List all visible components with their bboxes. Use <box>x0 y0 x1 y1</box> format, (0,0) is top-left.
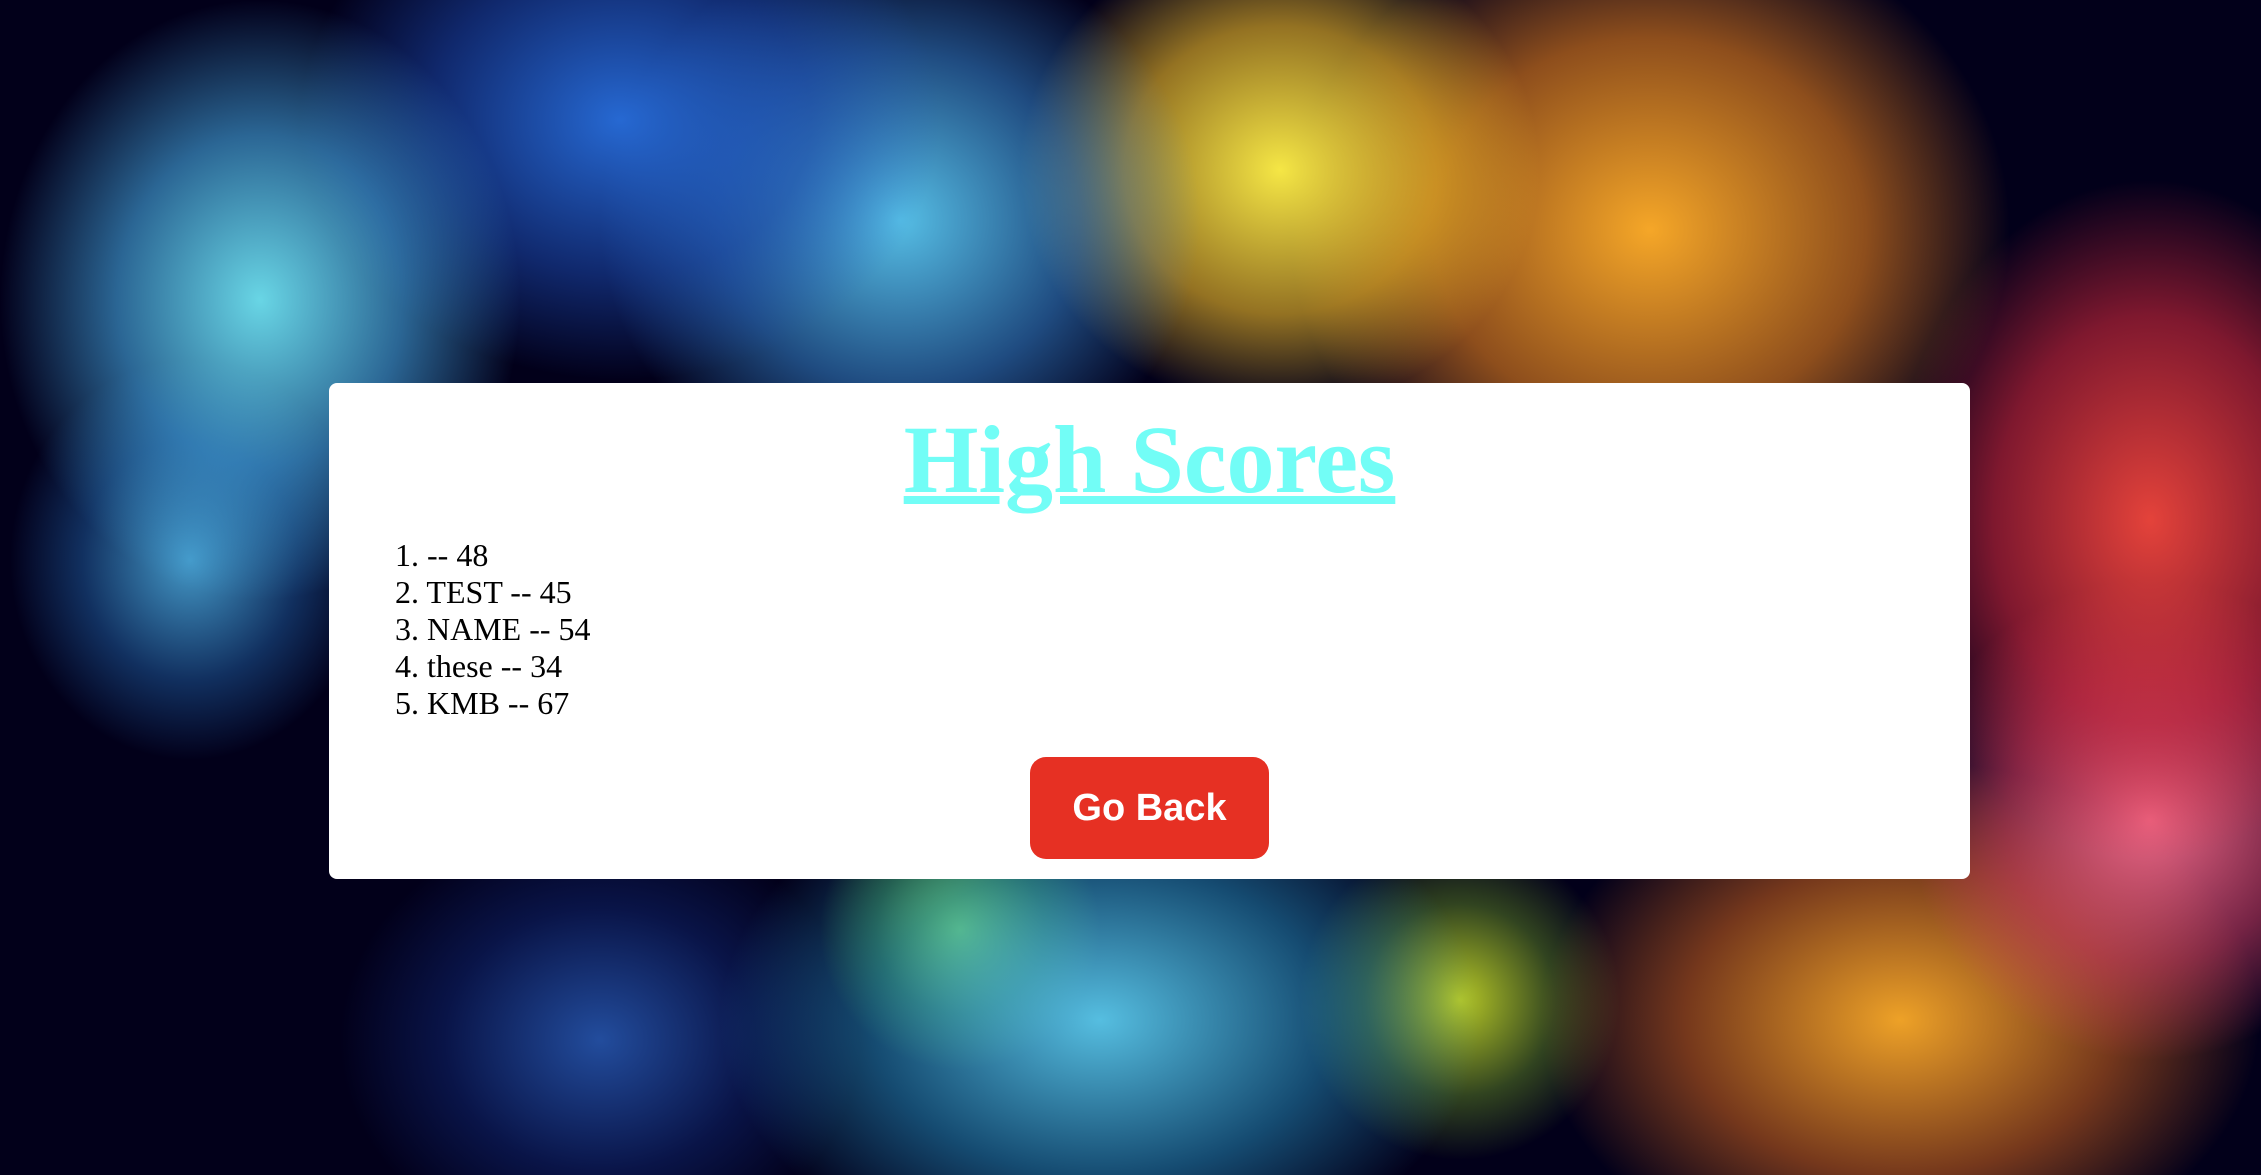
score-item: 2. TEST -- 45 <box>395 574 591 611</box>
score-rank: 3. <box>395 611 419 647</box>
score-entry: TEST -- 45 <box>426 574 572 610</box>
score-entry: these -- 34 <box>427 648 563 684</box>
score-item: 5. KMB -- 67 <box>395 685 591 722</box>
score-entry: NAME -- 54 <box>427 611 591 647</box>
page-title: High Scores <box>903 406 1396 513</box>
score-entry: -- 48 <box>427 537 489 573</box>
score-list: 1. -- 48 2. TEST -- 45 3. NAME -- 54 4. … <box>395 537 591 722</box>
score-item: 4. these -- 34 <box>395 648 591 685</box>
score-rank: 2. <box>395 574 419 610</box>
score-entry: KMB -- 67 <box>427 685 570 721</box>
score-item: 1. -- 48 <box>395 537 591 574</box>
score-rank: 4. <box>395 648 419 684</box>
high-scores-panel: High Scores 1. -- 48 2. TEST -- 45 3. NA… <box>329 383 1970 879</box>
score-item: 3. NAME -- 54 <box>395 611 591 648</box>
score-rank: 5. <box>395 685 419 721</box>
go-back-button[interactable]: Go Back <box>1030 757 1269 859</box>
score-rank: 1. <box>395 537 419 573</box>
